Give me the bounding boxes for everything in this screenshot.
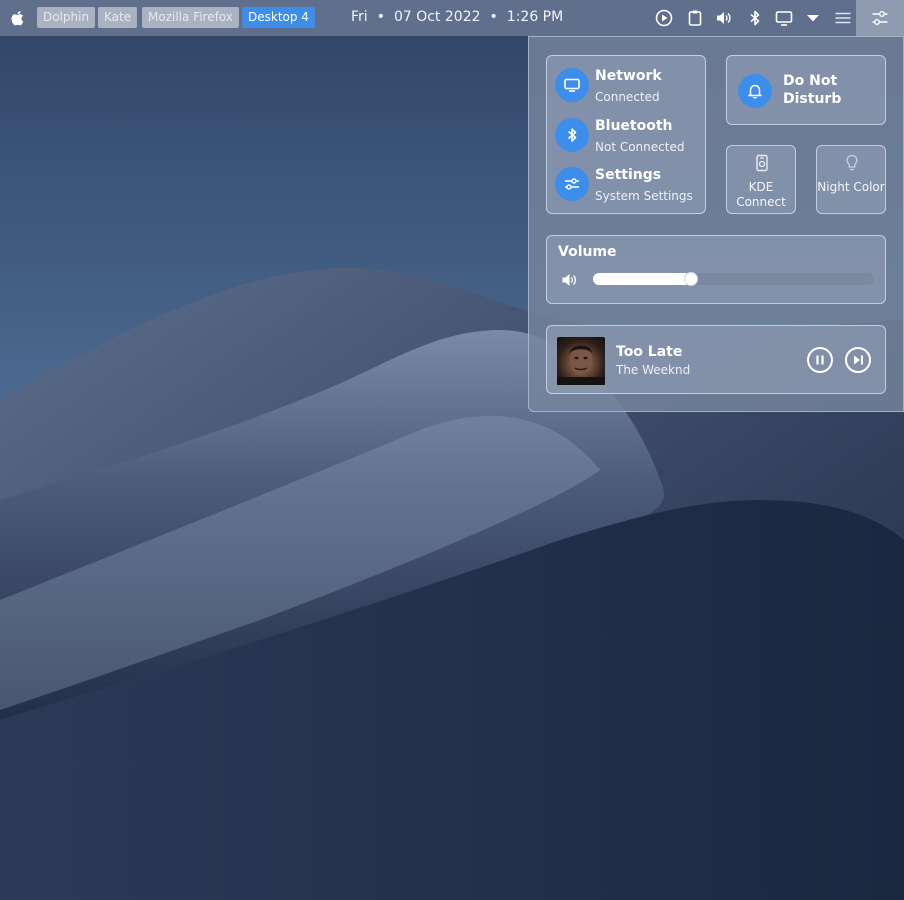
- control-center-icon: [872, 11, 888, 25]
- clipboard-icon[interactable]: [686, 9, 704, 27]
- volume-slider[interactable]: [593, 272, 874, 286]
- bluetooth-icon[interactable]: [746, 9, 764, 27]
- clock-separator: •: [376, 9, 385, 25]
- bluetooth-status: Not Connected: [595, 140, 685, 154]
- control-center-popup: Network Connected Bluetooth Not Connecte…: [528, 36, 904, 412]
- volume-icon[interactable]: [561, 272, 579, 288]
- display-icon[interactable]: [775, 9, 793, 27]
- volume-slider-fill: [593, 273, 691, 285]
- lightbulb-icon: [846, 154, 858, 171]
- night-color-label: Night Color: [817, 180, 885, 194]
- pause-button[interactable]: [806, 346, 834, 374]
- bell-icon: [738, 74, 772, 108]
- bluetooth-icon: [555, 118, 589, 152]
- network-icon: [555, 68, 589, 102]
- task-kate[interactable]: Kate: [98, 7, 138, 28]
- bluetooth-title: Bluetooth: [595, 118, 673, 134]
- album-art: [557, 337, 605, 385]
- task-firefox[interactable]: Mozilla Firefox: [142, 7, 239, 28]
- apple-menu-icon[interactable]: [10, 9, 26, 27]
- kde-connect-toggle[interactable]: KDE Connect: [726, 145, 796, 214]
- volume-icon[interactable]: [715, 9, 733, 27]
- clock-separator: •: [489, 9, 498, 25]
- clock-day: Fri: [351, 9, 368, 25]
- panel-clock[interactable]: Fri • 07 Oct 2022 • 1:26 PM: [351, 9, 563, 25]
- expand-arrow-icon[interactable]: [804, 9, 822, 27]
- track-artist: The Weeknd: [616, 363, 691, 377]
- control-center-button[interactable]: [856, 0, 904, 36]
- clock-time: 1:26 PM: [506, 9, 564, 25]
- media-player-card: Too Late The Weeknd: [546, 325, 886, 394]
- phone-icon: [756, 154, 768, 172]
- bluetooth-toggle[interactable]: Bluetooth Not Connected: [555, 118, 705, 154]
- network-toggle[interactable]: Network Connected: [555, 68, 705, 104]
- do-not-disturb-toggle[interactable]: Do Not Disturb: [726, 55, 886, 125]
- volume-card: Volume: [546, 235, 886, 304]
- settings-subtitle: System Settings: [595, 189, 693, 203]
- menu-icon[interactable]: [834, 9, 852, 27]
- network-title: Network: [595, 68, 662, 84]
- clock-date: 07 Oct 2022: [393, 9, 481, 25]
- task-dolphin[interactable]: Dolphin: [37, 7, 96, 28]
- settings-title: Settings: [595, 167, 662, 183]
- desktop-indicator[interactable]: Desktop 4: [242, 7, 315, 28]
- track-title: Too Late: [616, 344, 683, 360]
- media-player-icon[interactable]: [655, 9, 673, 27]
- connectivity-card: Network Connected Bluetooth Not Connecte…: [546, 55, 706, 214]
- volume-title: Volume: [558, 244, 617, 260]
- night-color-toggle[interactable]: Night Color: [816, 145, 886, 214]
- kde-connect-label: KDE Connect: [736, 180, 786, 209]
- settings-icon: [555, 167, 589, 201]
- dnd-title: Do Not Disturb: [783, 73, 842, 107]
- next-track-button[interactable]: [844, 346, 872, 374]
- volume-slider-handle[interactable]: [684, 272, 698, 286]
- settings-shortcut[interactable]: Settings System Settings: [555, 167, 705, 203]
- network-status: Connected: [595, 90, 660, 104]
- top-panel: Dolphin Kate Mozilla Firefox Desktop 4 F…: [0, 0, 904, 36]
